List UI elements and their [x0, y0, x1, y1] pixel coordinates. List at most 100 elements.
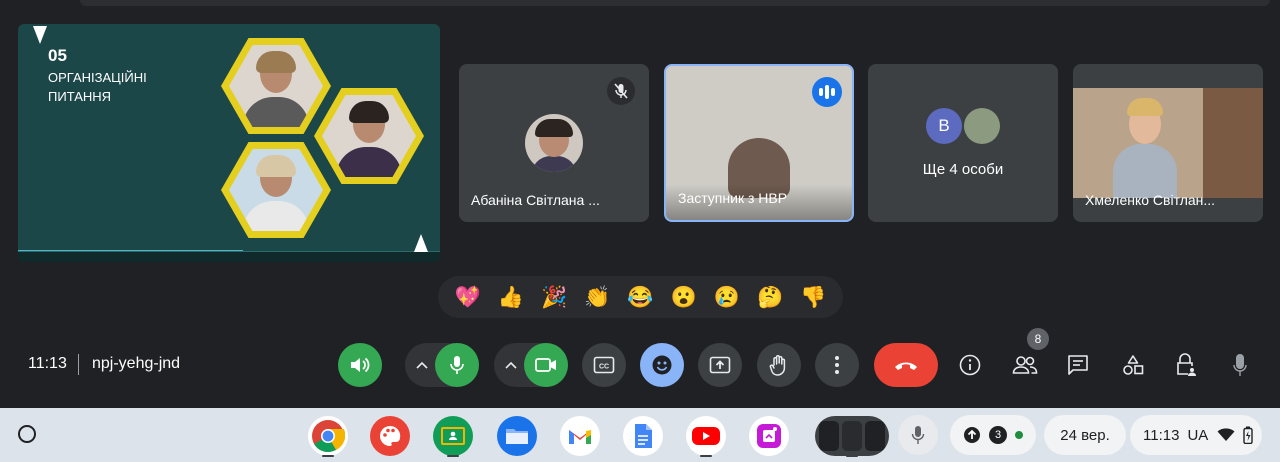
participant-name: Абаніна Світлана ...: [471, 192, 600, 208]
mic-tray-button[interactable]: [898, 415, 938, 455]
participant-tile[interactable]: Хмеленко Світлан...: [1073, 64, 1263, 222]
svg-text:CC: CC: [599, 364, 609, 371]
meeting-time: 11:13: [28, 355, 67, 372]
speaker-icon: [351, 357, 370, 373]
people-count-badge: 8: [1027, 328, 1049, 350]
notification-tray[interactable]: 3: [950, 415, 1036, 455]
slide-marker: [33, 26, 47, 44]
mic-options-chevron-icon[interactable]: [413, 356, 431, 374]
mic-level-icon: [1233, 354, 1247, 376]
canvas-icon[interactable]: [370, 416, 410, 456]
reaction-surprised[interactable]: 😮: [671, 287, 697, 308]
reaction-party[interactable]: 🎉: [541, 287, 567, 308]
raise-hand-button[interactable]: [757, 343, 801, 387]
present-screen-icon: [709, 356, 731, 374]
photo-hex-1: [221, 38, 331, 134]
files-icon[interactable]: [497, 416, 537, 456]
running-indicator: [700, 455, 712, 457]
gmail-icon[interactable]: [560, 416, 600, 456]
video-controls[interactable]: [18, 251, 440, 262]
upload-icon: [964, 427, 980, 443]
mic-icon: [450, 356, 464, 374]
avatar: [525, 114, 583, 172]
people-button[interactable]: [1005, 345, 1045, 385]
youtube-icon[interactable]: [686, 416, 726, 456]
reaction-heart[interactable]: 💖: [455, 287, 481, 308]
photos-icon[interactable]: [749, 416, 789, 456]
more-participants-label: Ще 4 особи: [922, 161, 1004, 178]
slide-number: 05: [48, 46, 67, 65]
avatar: [964, 108, 1000, 144]
presentation-tile[interactable]: 05 ОРГАНІЗАЦІЙНІ ПИТАННЯ: [18, 24, 440, 262]
participant-name: Заступник з НВР: [678, 190, 788, 206]
chat-button[interactable]: [1058, 345, 1098, 385]
emoji-icon: [652, 355, 672, 375]
top-bar: [80, 0, 1270, 6]
more-vert-icon: [835, 356, 839, 374]
captions-button[interactable]: CC: [582, 343, 626, 387]
wifi-icon: [1217, 428, 1235, 441]
reaction-thumbs-up[interactable]: 👍: [498, 287, 524, 308]
lock-person-icon: [1177, 353, 1196, 376]
chat-icon: [1068, 355, 1088, 375]
docs-icon[interactable]: [623, 416, 663, 456]
reaction-clap[interactable]: 👏: [584, 287, 610, 308]
meeting-details-button[interactable]: [950, 345, 990, 385]
participant-tile[interactable]: Абаніна Світлана ...: [459, 64, 649, 222]
participant-tile-active[interactable]: Заступник з НВР: [664, 64, 854, 222]
slide-marker-bottom: [414, 234, 428, 252]
present-button[interactable]: [698, 343, 742, 387]
raise-hand-icon: [769, 355, 786, 376]
photo-hex-2: [314, 88, 424, 184]
emoji-button[interactable]: [640, 343, 684, 387]
status-dot: [1015, 431, 1023, 439]
thumb-tile: [865, 421, 885, 451]
info-icon: [959, 354, 981, 376]
mic-level-button[interactable]: [1220, 345, 1260, 385]
camera-control-group: [494, 343, 568, 387]
launcher-icon[interactable]: [18, 425, 36, 443]
date-tray[interactable]: 24 вер.: [1044, 415, 1126, 455]
running-indicator: [447, 455, 459, 457]
slide-title: ОРГАНІЗАЦІЙНІ ПИТАННЯ: [48, 70, 147, 104]
mic-button[interactable]: [435, 343, 479, 387]
activities-button[interactable]: [1113, 345, 1153, 385]
photo-hex-3: [221, 142, 331, 238]
participant-name: Хмеленко Світлан...: [1085, 192, 1216, 208]
date-label: 24 вер.: [1060, 426, 1110, 444]
camera-button[interactable]: [524, 343, 568, 387]
keyboard-locale: UA: [1187, 426, 1209, 444]
status-tray[interactable]: 11:13 UA: [1130, 415, 1262, 455]
reaction-thumbs-down[interactable]: 👎: [800, 287, 826, 308]
classroom-icon[interactable]: [433, 416, 473, 456]
mic-icon: [911, 426, 925, 444]
reactions-bar: 💖 👍 🎉 👏 😂 😮 😢 🤔 👎: [438, 276, 843, 318]
speaking-indicator-icon: [812, 77, 842, 107]
more-options-button[interactable]: [815, 343, 859, 387]
notification-count: 3: [989, 426, 1007, 444]
more-participants-tile[interactable]: В Ще 4 особи: [868, 64, 1058, 222]
battery-icon: [1243, 426, 1253, 444]
avatar-letter: В: [926, 108, 962, 144]
leave-call-button[interactable]: [874, 343, 938, 387]
divider: [78, 354, 79, 375]
activities-shapes-icon: [1123, 355, 1144, 375]
reaction-laugh[interactable]: 😂: [627, 287, 653, 308]
captions-icon: CC: [593, 356, 615, 374]
meeting-code: npj-yehg-jnd: [92, 355, 181, 372]
people-icon: [1012, 356, 1038, 374]
mic-off-icon: [607, 77, 635, 105]
host-controls-button[interactable]: [1166, 345, 1206, 385]
reaction-sad[interactable]: 😢: [714, 287, 740, 308]
thumb-tile: [819, 421, 839, 451]
participant-video: [1073, 88, 1263, 198]
clock: 11:13: [1143, 426, 1180, 444]
reaction-thinking[interactable]: 🤔: [757, 287, 783, 308]
camera-icon: [535, 358, 556, 372]
running-indicator: [322, 455, 334, 457]
camera-options-chevron-icon[interactable]: [502, 356, 520, 374]
meet-window-thumbnail[interactable]: [815, 416, 889, 456]
chrome-icon[interactable]: [308, 416, 348, 456]
end-call-icon: [895, 362, 917, 370]
speaker-button[interactable]: [338, 343, 382, 387]
